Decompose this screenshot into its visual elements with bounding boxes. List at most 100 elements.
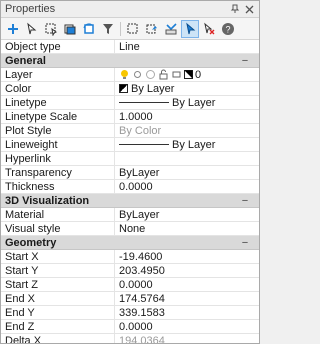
- reselect-icon[interactable]: [80, 20, 98, 38]
- property-label: Transparency: [1, 166, 115, 179]
- panel-titlebar: Properties: [1, 1, 259, 18]
- property-row-start-x[interactable]: Start X -19.4600: [1, 250, 259, 264]
- property-value[interactable]: By Layer: [115, 82, 259, 95]
- property-grid: Object type Line General − Layer 0 Color…: [1, 40, 259, 344]
- property-label: Color: [1, 82, 115, 95]
- lineweight-preview: [119, 144, 169, 145]
- property-label: Hyperlink: [1, 152, 115, 165]
- section-title: General: [5, 54, 46, 67]
- quick-properties-icon[interactable]: [162, 20, 180, 38]
- lock-icon: [159, 69, 168, 80]
- property-row-linetype-scale[interactable]: Linetype Scale 1.0000: [1, 110, 259, 124]
- property-value[interactable]: By Layer: [115, 96, 259, 109]
- property-label: Start Y: [1, 264, 115, 277]
- select-similar-icon[interactable]: [61, 20, 79, 38]
- property-row-color[interactable]: Color By Layer: [1, 82, 259, 96]
- layer-name: 0: [195, 68, 202, 81]
- property-value[interactable]: 1.0000: [115, 110, 259, 123]
- panel-title: Properties: [5, 3, 56, 15]
- property-value[interactable]: 339.1583: [115, 306, 259, 319]
- lightbulb-icon: [121, 70, 128, 79]
- color-value: By Layer: [131, 82, 175, 95]
- property-row-plot-style[interactable]: Plot Style By Color: [1, 124, 259, 138]
- property-value: 194.0364: [119, 334, 165, 344]
- linetype-value: By Layer: [172, 96, 216, 109]
- property-row-object-type[interactable]: Object type Line: [1, 40, 259, 54]
- property-label: Material: [1, 208, 115, 221]
- property-value[interactable]: 0.0000: [115, 278, 259, 291]
- property-value[interactable]: 0.0000: [115, 180, 259, 193]
- lineweight-value: By Layer: [172, 138, 216, 151]
- property-label: Lineweight: [1, 138, 115, 151]
- property-value[interactable]: -19.4600: [115, 250, 259, 263]
- collapse-icon[interactable]: −: [239, 55, 251, 67]
- property-row-end-x[interactable]: End X 174.5764: [1, 292, 259, 306]
- property-value: By Color: [119, 124, 162, 137]
- property-label: Start X: [1, 250, 115, 263]
- property-label: Linetype: [1, 96, 115, 109]
- property-value[interactable]: None: [115, 222, 259, 235]
- layer-state-icons: 0: [119, 69, 201, 81]
- pin-icon[interactable]: [229, 3, 241, 15]
- property-value[interactable]: ByLayer: [115, 166, 259, 179]
- section-general[interactable]: General −: [1, 54, 259, 68]
- property-value[interactable]: 174.5764: [115, 292, 259, 305]
- property-row-material[interactable]: Material ByLayer: [1, 208, 259, 222]
- property-label: End Y: [1, 306, 115, 319]
- filter-icon[interactable]: [99, 20, 117, 38]
- property-row-visual-style[interactable]: Visual style None: [1, 222, 259, 236]
- pick-add-icon[interactable]: [143, 20, 161, 38]
- toolbar-separator: [120, 21, 121, 36]
- property-value[interactable]: 0: [115, 68, 259, 81]
- property-row-lineweight[interactable]: Lineweight By Layer: [1, 138, 259, 152]
- property-label: Delta X: [1, 334, 115, 343]
- property-value[interactable]: [115, 152, 259, 165]
- property-row-transparency[interactable]: Transparency ByLayer: [1, 166, 259, 180]
- property-label: Plot Style: [1, 124, 115, 137]
- property-label: End Z: [1, 320, 115, 333]
- add-selection-icon[interactable]: [4, 20, 22, 38]
- property-row-layer[interactable]: Layer 0: [1, 68, 259, 82]
- properties-toolbar: ?: [1, 18, 259, 40]
- section-geometry[interactable]: Geometry −: [1, 236, 259, 250]
- color-swatch-icon: [119, 84, 128, 93]
- collapse-icon[interactable]: −: [239, 195, 251, 207]
- property-label: Layer: [1, 68, 115, 81]
- toggle-pickadd-icon[interactable]: [181, 19, 199, 38]
- property-row-delta-x[interactable]: Delta X 194.0364: [1, 334, 259, 344]
- property-row-hyperlink[interactable]: Hyperlink: [1, 152, 259, 166]
- property-value[interactable]: 203.4950: [115, 264, 259, 277]
- collapse-icon[interactable]: −: [239, 237, 251, 249]
- property-label: End X: [1, 292, 115, 305]
- sun-icon: [134, 71, 141, 78]
- section-3d-visualization[interactable]: 3D Visualization −: [1, 194, 259, 208]
- property-label: Thickness: [1, 180, 115, 193]
- deselect-icon[interactable]: [200, 20, 218, 38]
- printer-icon: [172, 71, 181, 78]
- linetype-preview: [119, 102, 169, 103]
- property-label: Object type: [1, 40, 115, 53]
- close-icon[interactable]: [243, 3, 255, 15]
- property-label: Visual style: [1, 222, 115, 235]
- property-row-start-y[interactable]: Start Y 203.4950: [1, 264, 259, 278]
- property-row-linetype[interactable]: Linetype By Layer: [1, 96, 259, 110]
- property-value[interactable]: ByLayer: [115, 208, 259, 221]
- property-value[interactable]: By Layer: [115, 138, 259, 151]
- property-value[interactable]: 0.0000: [115, 320, 259, 333]
- property-row-end-z[interactable]: End Z 0.0000: [1, 320, 259, 334]
- property-row-start-z[interactable]: Start Z 0.0000: [1, 278, 259, 292]
- property-label: Linetype Scale: [1, 110, 115, 123]
- property-label: Start Z: [1, 278, 115, 291]
- quick-select-icon[interactable]: [124, 20, 142, 38]
- svg-text:?: ?: [225, 24, 230, 34]
- properties-panel: Properties ? Object type Line General − …: [0, 0, 260, 344]
- section-title: Geometry: [5, 236, 57, 249]
- property-row-end-y[interactable]: End Y 339.1583: [1, 306, 259, 320]
- window-select-icon[interactable]: [42, 20, 60, 38]
- property-row-thickness[interactable]: Thickness 0.0000: [1, 180, 259, 194]
- property-value: Line: [119, 40, 140, 53]
- viewport-freeze-icon: [146, 70, 155, 79]
- color-swatch-icon: [184, 70, 193, 79]
- help-icon[interactable]: ?: [219, 20, 237, 38]
- select-icon[interactable]: [23, 20, 41, 38]
